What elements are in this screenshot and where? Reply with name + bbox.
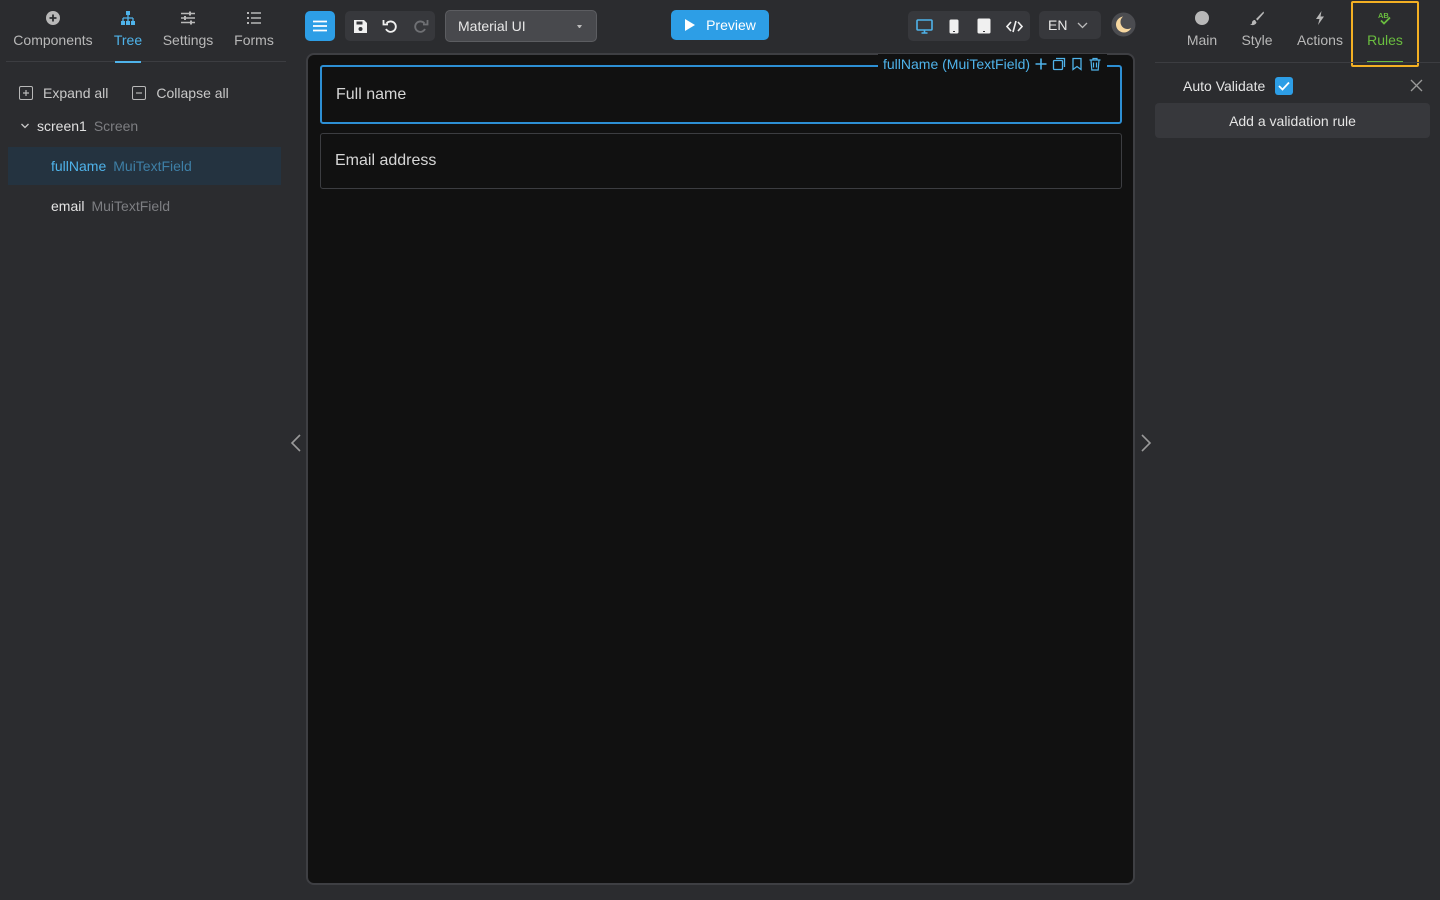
undo-button[interactable] xyxy=(380,16,400,36)
tab-rules-label: Rules xyxy=(1367,32,1403,48)
chevron-down-icon xyxy=(1077,22,1088,28)
tab-main-label: Main xyxy=(1186,32,1218,48)
desktop-icon xyxy=(915,18,933,34)
moon-icon xyxy=(1111,12,1136,37)
expand-all-button[interactable]: Expand all xyxy=(19,84,108,102)
language-select[interactable]: EN xyxy=(1039,11,1101,39)
code-view-button[interactable] xyxy=(1004,16,1024,36)
preview-label: Preview xyxy=(706,17,756,33)
tree-actions: Expand all Collapse all xyxy=(19,84,229,102)
auto-validate-row: Auto Validate xyxy=(1183,76,1294,96)
collapse-all-label: Collapse all xyxy=(156,85,229,101)
tab-main[interactable]: Main xyxy=(1184,10,1220,62)
brush-icon xyxy=(1250,11,1264,26)
collapse-left-panel-icon[interactable] xyxy=(289,433,303,453)
tree-node-name: fullName xyxy=(51,158,107,174)
tree-node-type: MuiTextField xyxy=(91,198,171,214)
device-toolbar xyxy=(908,11,1030,41)
tab-style[interactable]: Style xyxy=(1239,10,1275,62)
history-toolbar xyxy=(345,11,435,41)
undo-icon xyxy=(382,20,397,33)
tree-node-type: MuiTextField xyxy=(113,158,192,174)
bookmark-icon[interactable] xyxy=(1070,57,1084,71)
tab-rules[interactable]: AB Rules xyxy=(1364,10,1406,62)
design-canvas[interactable]: Full name Email address xyxy=(306,53,1135,885)
tree-node-email[interactable]: email MuiTextField xyxy=(8,187,281,225)
caret-down-icon xyxy=(577,25,582,28)
selection-label: fullName (MuiTextField) xyxy=(883,55,1031,72)
tab-tree-label: Tree xyxy=(113,32,143,48)
mobile-icon xyxy=(949,19,959,33)
tree-node-fullname[interactable]: fullName MuiTextField xyxy=(8,147,281,185)
sliders-icon xyxy=(181,11,195,25)
add-validation-rule-button[interactable]: Add a validation rule xyxy=(1155,103,1430,138)
redo-button[interactable] xyxy=(410,16,430,36)
left-tab-bar: Components Tree Settings Forms xyxy=(6,0,286,63)
tree-icon xyxy=(121,11,135,25)
tab-actions[interactable]: Actions xyxy=(1295,10,1345,62)
component-library-value: Material UI xyxy=(458,18,526,34)
code-icon xyxy=(1005,20,1023,32)
plus-square-icon xyxy=(19,86,33,100)
right-panel-divider xyxy=(1155,62,1440,63)
tab-components-label: Components xyxy=(13,32,93,48)
tab-actions-label: Actions xyxy=(1297,32,1343,48)
play-icon xyxy=(685,19,696,31)
add-icon[interactable] xyxy=(1034,57,1048,71)
tab-style-label: Style xyxy=(1241,32,1273,48)
auto-validate-label: Auto Validate xyxy=(1183,78,1266,94)
left-panel: Components Tree Settings Forms Expand al… xyxy=(0,0,290,900)
redo-icon xyxy=(413,20,428,33)
lightning-icon xyxy=(1316,11,1324,25)
spellcheck-icon: AB xyxy=(1378,11,1391,25)
mobile-view-button[interactable] xyxy=(944,16,964,36)
selection-toolbar: fullName (MuiTextField) xyxy=(878,54,1108,73)
list-icon xyxy=(247,12,261,24)
tab-forms-label: Forms xyxy=(234,32,274,48)
close-icon[interactable] xyxy=(1410,79,1423,92)
add-validation-rule-label: Add a validation rule xyxy=(1229,112,1356,129)
theme-toggle-button[interactable] xyxy=(1111,12,1136,37)
fullname-placeholder: Full name xyxy=(336,85,407,103)
tree-node-type: Screen xyxy=(93,118,139,134)
collapse-all-button[interactable]: Collapse all xyxy=(132,84,229,102)
tree-node-screen1[interactable]: screen1 Screen xyxy=(20,116,138,136)
tab-settings-label: Settings xyxy=(162,32,214,48)
language-value: EN xyxy=(1048,17,1068,33)
preview-button[interactable]: Preview xyxy=(671,10,769,40)
checkmark-icon xyxy=(1278,81,1290,91)
duplicate-icon[interactable] xyxy=(1052,57,1066,71)
tab-tree[interactable]: Tree xyxy=(110,10,146,63)
expand-all-label: Expand all xyxy=(43,85,109,101)
email-text-field[interactable]: Email address xyxy=(320,133,1122,189)
save-icon xyxy=(353,19,367,33)
circle-icon xyxy=(1195,11,1209,25)
fullname-text-field[interactable]: Full name xyxy=(320,65,1122,124)
tree-node-name: screen1 xyxy=(37,118,87,134)
tree-node-name: email xyxy=(51,198,85,214)
tab-components[interactable]: Components xyxy=(13,10,93,62)
plus-circle-icon xyxy=(46,11,60,25)
email-placeholder: Email address xyxy=(335,152,437,169)
desktop-view-button[interactable] xyxy=(913,16,935,36)
tab-forms[interactable]: Forms xyxy=(232,10,276,62)
collapse-right-panel-icon[interactable] xyxy=(1139,433,1153,453)
component-library-select[interactable]: Material UI xyxy=(445,10,597,42)
hamburger-icon xyxy=(313,20,327,32)
menu-button[interactable] xyxy=(305,11,335,41)
chevron-down-icon[interactable] xyxy=(20,121,30,131)
tablet-icon xyxy=(977,18,991,34)
save-button[interactable] xyxy=(350,16,370,36)
tablet-view-button[interactable] xyxy=(974,16,994,36)
minus-square-icon xyxy=(132,86,147,100)
trash-icon[interactable] xyxy=(1088,57,1102,71)
auto-validate-checkbox[interactable] xyxy=(1275,77,1294,95)
tab-settings[interactable]: Settings xyxy=(161,10,215,62)
